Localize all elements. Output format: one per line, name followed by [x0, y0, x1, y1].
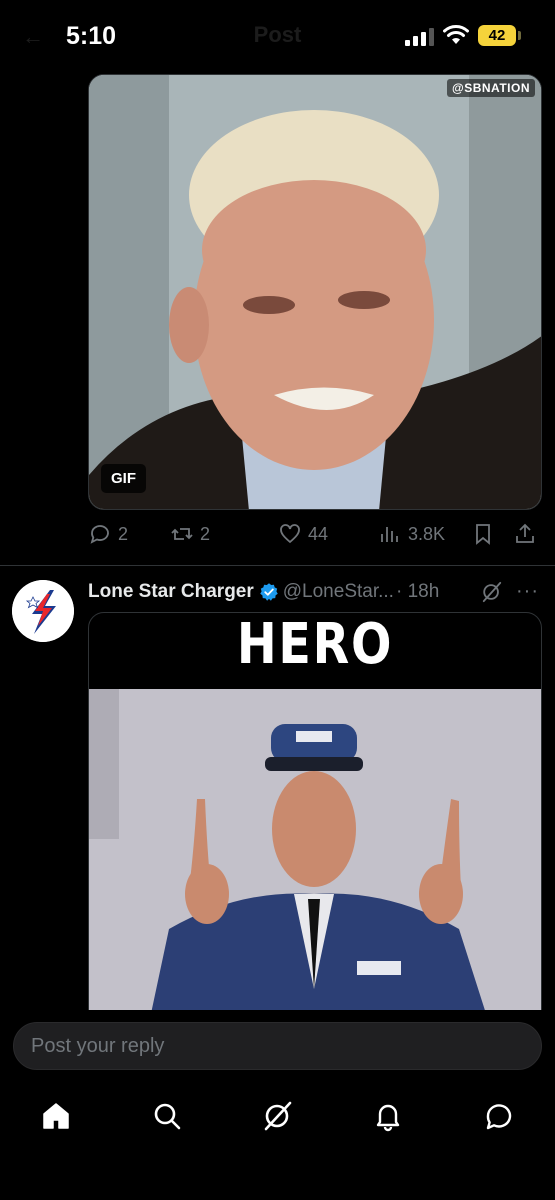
reply-action[interactable]: 2	[88, 522, 128, 546]
reply-icon	[90, 525, 109, 544]
bookmark-icon	[476, 524, 490, 545]
battery-tip	[518, 31, 521, 40]
repost-icon	[171, 528, 193, 540]
search-icon	[154, 1103, 181, 1130]
cellular-signal-icon	[405, 28, 434, 46]
media-caption-text: HERO	[236, 612, 394, 677]
like-count: 44	[308, 523, 329, 544]
wifi-icon	[443, 25, 469, 44]
more-options-button[interactable]: ···	[516, 580, 539, 603]
post-timestamp[interactable]: · 18h	[396, 581, 439, 603]
avatar[interactable]	[12, 580, 74, 642]
post-divider	[0, 565, 555, 566]
share-action[interactable]	[513, 522, 537, 546]
gif-frame-image-2	[89, 689, 541, 1021]
lightning-bolt-logo-icon	[12, 580, 74, 642]
repost-action[interactable]: 2	[170, 522, 210, 546]
status-time: 5:10	[66, 22, 117, 50]
repairman-illustration	[89, 689, 541, 1021]
display-name[interactable]: Lone Star Charger	[88, 581, 254, 603]
views-icon	[381, 527, 398, 542]
media-watermark: @SBNATION	[447, 79, 535, 97]
tab-notifications[interactable]	[372, 1100, 404, 1132]
post-header: Lone Star Charger @LoneStar... · 18h	[88, 578, 548, 606]
tab-messages[interactable]	[483, 1100, 515, 1132]
post-actions-bar: 2 2 44 3.8K	[88, 518, 543, 550]
tab-grok[interactable]	[262, 1100, 294, 1132]
tab-home[interactable]	[40, 1100, 72, 1132]
bottom-tab-bar	[0, 1092, 555, 1142]
home-icon	[43, 1103, 69, 1129]
verified-badge-icon	[260, 583, 278, 601]
reply-input[interactable]	[14, 1023, 541, 1069]
messages-icon	[486, 1104, 512, 1130]
views-action[interactable]: 3.8K	[378, 522, 445, 546]
like-action[interactable]: 44	[278, 522, 328, 546]
gif-badge[interactable]: GIF	[101, 464, 146, 493]
post-gif-media[interactable]: @SBNATION GIF	[88, 74, 542, 510]
grok-icon[interactable]	[481, 581, 503, 603]
post-gif-media-2[interactable]: HERO	[88, 612, 542, 1022]
views-count: 3.8K	[408, 523, 446, 544]
reply-count: 2	[118, 523, 129, 544]
grok-icon	[264, 1101, 292, 1131]
bookmark-action[interactable]	[471, 522, 495, 546]
repost-count: 2	[200, 523, 211, 544]
heart-icon	[280, 524, 300, 544]
gif-frame-image	[89, 75, 541, 509]
share-icon	[516, 523, 534, 543]
reply-composer[interactable]	[13, 1022, 542, 1070]
user-handle[interactable]: @LoneStar...	[283, 581, 394, 603]
battery-indicator: 42	[478, 25, 516, 46]
notifications-icon	[376, 1104, 400, 1132]
tab-search[interactable]	[151, 1100, 183, 1132]
status-bar: ← Post 5:10 42	[0, 0, 555, 72]
